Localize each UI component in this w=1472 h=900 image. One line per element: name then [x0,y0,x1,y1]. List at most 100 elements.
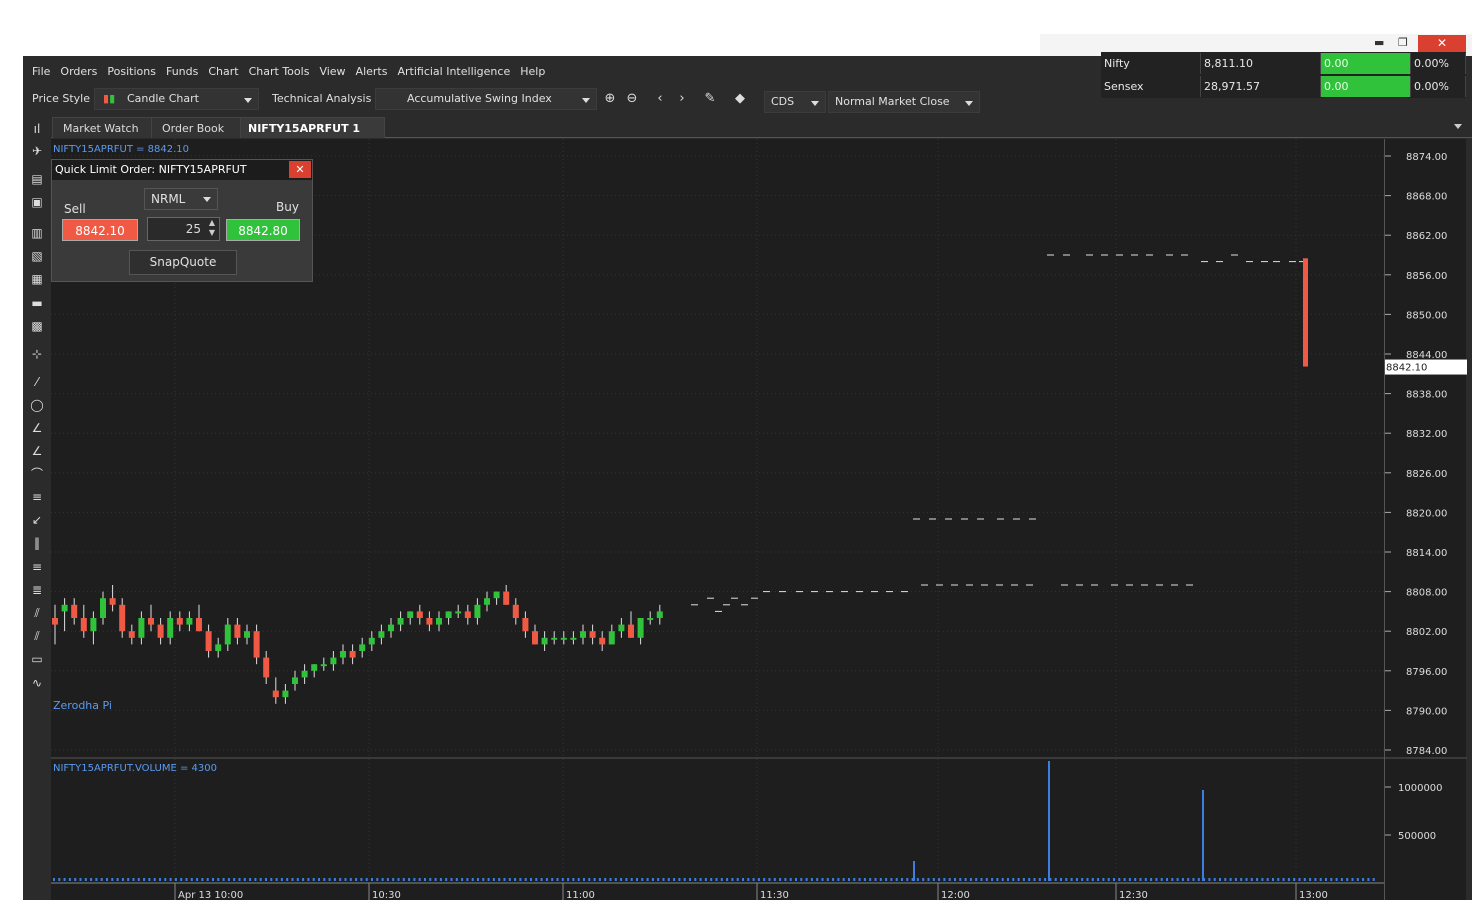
price-style-dropdown[interactable]: ▮▮ Candle Chart [94,88,259,110]
panel-icon[interactable]: ▬ [28,294,46,312]
volume-bar [291,878,294,881]
tab-chart[interactable]: NIFTY15APRFUT 1 Min ✕ [240,117,385,156]
time-tick-label: 11:00 [566,890,595,900]
rectangle-tool-icon[interactable]: ▭ [28,650,46,668]
candle-body [90,618,97,632]
index-value: 28,971.57 [1201,76,1321,97]
volume-bar [545,878,548,881]
volume-bar [58,878,61,881]
pitchfork-tool-icon[interactable]: ⫽ [28,627,46,645]
volume-bar [312,878,315,881]
sell-button[interactable]: 8842.10 [62,219,138,241]
gann-tool-icon[interactable]: ↙ [28,511,46,529]
candle-body [532,631,538,645]
window-close-button[interactable]: ✕ [1418,35,1466,52]
menu-item-chart[interactable]: Chart [203,62,243,82]
volume-bar [1293,878,1296,881]
time-zone-tool-icon[interactable]: ‖ [28,534,46,552]
chart-type-icon[interactable]: ıl [28,120,46,138]
volume-bar [121,878,124,881]
tab-menu-chevron-icon[interactable] [1454,124,1462,129]
scroll-left-icon[interactable]: ‹ [650,89,670,109]
window-icon[interactable]: ▤ [28,170,46,188]
ellipse-tool-icon[interactable]: ◯ [28,396,46,414]
candle-body [416,611,423,618]
menu-item-help[interactable]: Help [515,62,550,82]
channel-tool-icon[interactable]: ≣ [28,581,46,599]
volume-bar [254,878,257,881]
save-icon[interactable]: ▣ [28,193,46,211]
index-row[interactable]: Sensex 28,971.57 0.00 0.00% [1101,75,1466,98]
scroll-right-icon[interactable]: › [672,89,692,109]
order-icon[interactable]: ✈ [28,142,46,160]
volume-bar [461,878,464,881]
volume-bar [487,878,490,881]
volume-bar [1208,878,1211,881]
map-icon[interactable]: ▧ [28,247,46,265]
angle-tool-icon[interactable]: ∠ [28,419,46,437]
menu-item-chart-tools[interactable]: Chart Tools [244,62,315,82]
menu-item-orders[interactable]: Orders [55,62,102,82]
menu-item-positions[interactable]: Positions [102,62,161,82]
draw-pencil-icon[interactable]: ✎ [700,89,720,109]
eraser-icon[interactable]: ◆ [730,89,750,109]
volume-bar [1155,878,1158,881]
wave-tool-icon[interactable]: ∿ [28,674,46,692]
volume-bar [906,878,909,881]
list-icon[interactable]: ▦ [28,270,46,288]
volume-bar [1213,878,1216,881]
chevron-down-icon [244,98,252,103]
tab-market-watch[interactable]: Market Watch [52,117,153,138]
volume-bar [620,878,623,881]
volume-bar [694,878,697,881]
exchange-dropdown[interactable]: CDS [764,91,826,113]
volume-bar [747,878,750,881]
price-tick-label: 8850.00 [1406,310,1447,321]
volume-bar [302,878,305,881]
retracement-tool-icon[interactable]: ≡ [28,558,46,576]
chevron-down-icon [203,197,211,202]
quick-order-close-button[interactable]: ✕ [289,161,311,178]
menu-item-view[interactable]: View [314,62,350,82]
book-icon[interactable]: ▥ [28,224,46,242]
zoom-in-icon[interactable]: ⊕ [600,89,620,109]
crosshair-icon[interactable]: ⊹ [28,345,46,363]
menu-item-funds[interactable]: Funds [161,62,203,82]
market-status-dropdown[interactable]: Normal Market Close [828,91,980,113]
menu-item-alerts[interactable]: Alerts [351,62,393,82]
time-tick-label: 11:30 [760,890,789,900]
arc-tool-icon[interactable]: ⌒ [28,465,46,483]
stepper-arrows-icon[interactable]: ▲ ▼ [209,218,215,238]
restore-icon[interactable]: ❐ [1398,36,1408,49]
fibonacci-tool-icon[interactable]: ≡ [28,488,46,506]
parallel-tool-icon[interactable]: ⫽ [28,604,46,622]
indicator-dropdown[interactable]: Accumulative Swing Index [375,88,597,110]
candle-body [330,657,337,665]
volume-bar [1261,878,1264,881]
snapquote-button[interactable]: SnapQuote [129,250,237,275]
volume-bar [1097,878,1100,881]
sell-label: Sell [64,202,86,216]
volume-bar [116,878,119,881]
price-axis[interactable]: 8874.00 8868.00 8862.00 8856.00 8850.00 8844.… [1384,139,1467,900]
volume-bar [789,878,792,881]
volume-bar [259,878,262,881]
fan-tool-icon[interactable]: ∠ [28,442,46,460]
menu-item-file[interactable]: File [23,62,55,82]
menu-item-artificial-intelligence[interactable]: Artificial Intelligence [392,62,515,82]
quantity-stepper[interactable]: 25 ▲ ▼ [147,217,220,241]
volume-bar [948,878,951,881]
buy-button[interactable]: 8842.80 [226,219,300,241]
briefcase-icon[interactable]: ▩ [28,317,46,335]
volume-bar [1128,878,1131,881]
tab-order-book[interactable]: Order Book [151,117,242,138]
zoom-out-icon[interactable]: ⊖ [622,89,642,109]
volume-bar [111,878,114,881]
index-row[interactable]: Nifty 8,811.10 0.00 0.00% [1101,52,1466,75]
line-tool-icon[interactable]: ⁄ [28,373,46,391]
product-dropdown[interactable]: NRML [144,188,218,210]
volume-bar [323,878,326,881]
minimize-icon[interactable]: ▬ [1374,36,1384,49]
volume-bar [1367,878,1370,881]
candle-body [52,618,58,625]
